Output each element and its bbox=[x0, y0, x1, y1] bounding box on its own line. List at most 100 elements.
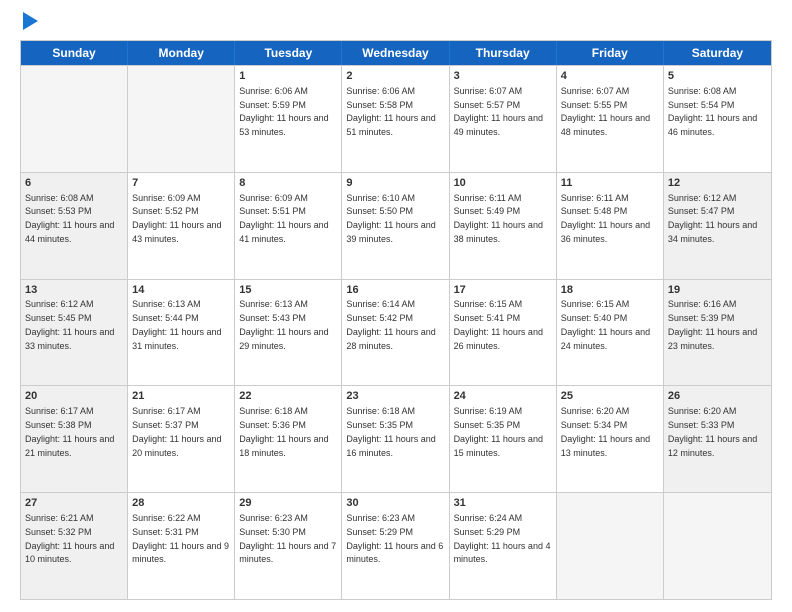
cell-details: Sunrise: 6:09 AM Sunset: 5:52 PM Dayligh… bbox=[132, 193, 221, 244]
day-number: 8 bbox=[239, 176, 337, 191]
day-number: 20 bbox=[25, 389, 123, 404]
day-of-week-header: Thursday bbox=[450, 41, 557, 65]
day-number: 12 bbox=[668, 176, 767, 191]
day-number: 3 bbox=[454, 69, 552, 84]
table-row: 18Sunrise: 6:15 AM Sunset: 5:40 PM Dayli… bbox=[557, 280, 664, 386]
day-number: 14 bbox=[132, 283, 230, 298]
calendar-header: SundayMondayTuesdayWednesdayThursdayFrid… bbox=[21, 41, 771, 65]
day-number: 4 bbox=[561, 69, 659, 84]
cell-details: Sunrise: 6:18 AM Sunset: 5:36 PM Dayligh… bbox=[239, 406, 328, 457]
table-row: 19Sunrise: 6:16 AM Sunset: 5:39 PM Dayli… bbox=[664, 280, 771, 386]
day-of-week-header: Monday bbox=[128, 41, 235, 65]
day-of-week-header: Wednesday bbox=[342, 41, 449, 65]
table-row: 8 Sunrise: 6:09 AM Sunset: 5:51 PM Daylig… bbox=[235, 173, 342, 279]
cell-details: Sunrise: 6:07 AM Sunset: 5:57 PM Dayligh… bbox=[454, 86, 543, 137]
day-number: 5 bbox=[668, 69, 767, 84]
cell-details: Sunrise: 6:15 AM Sunset: 5:41 PM Dayligh… bbox=[454, 299, 543, 350]
day-number: 26 bbox=[668, 389, 767, 404]
table-row: 27Sunrise: 6:21 AM Sunset: 5:32 PM Dayli… bbox=[21, 493, 128, 599]
day-number: 30 bbox=[346, 496, 444, 511]
day-number: 21 bbox=[132, 389, 230, 404]
day-of-week-header: Tuesday bbox=[235, 41, 342, 65]
table-row: 13Sunrise: 6:12 AM Sunset: 5:45 PM Dayli… bbox=[21, 280, 128, 386]
calendar-row: 1 Sunrise: 6:06 AM Sunset: 5:59 PM Daylig… bbox=[21, 65, 771, 172]
header bbox=[20, 16, 772, 30]
day-number: 19 bbox=[668, 283, 767, 298]
calendar-body: 1 Sunrise: 6:06 AM Sunset: 5:59 PM Daylig… bbox=[21, 65, 771, 599]
cell-details: Sunrise: 6:14 AM Sunset: 5:42 PM Dayligh… bbox=[346, 299, 435, 350]
calendar: SundayMondayTuesdayWednesdayThursdayFrid… bbox=[20, 40, 772, 600]
table-row bbox=[21, 66, 128, 172]
cell-details: Sunrise: 6:22 AM Sunset: 5:31 PM Dayligh… bbox=[132, 513, 229, 564]
cell-details: Sunrise: 6:19 AM Sunset: 5:35 PM Dayligh… bbox=[454, 406, 543, 457]
cell-details: Sunrise: 6:12 AM Sunset: 5:45 PM Dayligh… bbox=[25, 299, 114, 350]
table-row: 24 Sunrise: 6:19 AM Sunset: 5:35 PM Dayli… bbox=[450, 386, 557, 492]
table-row: 17Sunrise: 6:15 AM Sunset: 5:41 PM Dayli… bbox=[450, 280, 557, 386]
day-number: 31 bbox=[454, 496, 552, 511]
table-row: 21 Sunrise: 6:17 AM Sunset: 5:37 PM Dayli… bbox=[128, 386, 235, 492]
cell-details: Sunrise: 6:13 AM Sunset: 5:43 PM Dayligh… bbox=[239, 299, 328, 350]
cell-details: Sunrise: 6:10 AM Sunset: 5:50 PM Dayligh… bbox=[346, 193, 435, 244]
day-of-week-header: Sunday bbox=[21, 41, 128, 65]
calendar-row: 20 Sunrise: 6:17 AM Sunset: 5:38 PM Dayli… bbox=[21, 385, 771, 492]
cell-details: Sunrise: 6:06 AM Sunset: 5:59 PM Dayligh… bbox=[239, 86, 328, 137]
calendar-row: 27Sunrise: 6:21 AM Sunset: 5:32 PM Dayli… bbox=[21, 492, 771, 599]
table-row: 28 Sunrise: 6:22 AM Sunset: 5:31 PM Dayli… bbox=[128, 493, 235, 599]
cell-details: Sunrise: 6:11 AM Sunset: 5:49 PM Dayligh… bbox=[454, 193, 543, 244]
day-number: 25 bbox=[561, 389, 659, 404]
cell-details: Sunrise: 6:08 AM Sunset: 5:53 PM Dayligh… bbox=[25, 193, 114, 244]
table-row: 29Sunrise: 6:23 AM Sunset: 5:30 PM Dayli… bbox=[235, 493, 342, 599]
table-row: 14Sunrise: 6:13 AM Sunset: 5:44 PM Dayli… bbox=[128, 280, 235, 386]
cell-details: Sunrise: 6:08 AM Sunset: 5:54 PM Dayligh… bbox=[668, 86, 757, 137]
table-row: 4 Sunrise: 6:07 AM Sunset: 5:55 PM Daylig… bbox=[557, 66, 664, 172]
day-number: 11 bbox=[561, 176, 659, 191]
day-number: 15 bbox=[239, 283, 337, 298]
table-row: 30 Sunrise: 6:23 AM Sunset: 5:29 PM Dayli… bbox=[342, 493, 449, 599]
day-number: 16 bbox=[346, 283, 444, 298]
cell-details: Sunrise: 6:16 AM Sunset: 5:39 PM Dayligh… bbox=[668, 299, 757, 350]
day-number: 13 bbox=[25, 283, 123, 298]
cell-details: Sunrise: 6:17 AM Sunset: 5:38 PM Dayligh… bbox=[25, 406, 114, 457]
cell-details: Sunrise: 6:07 AM Sunset: 5:55 PM Dayligh… bbox=[561, 86, 650, 137]
day-number: 10 bbox=[454, 176, 552, 191]
day-number: 17 bbox=[454, 283, 552, 298]
logo bbox=[20, 16, 38, 30]
cell-details: Sunrise: 6:24 AM Sunset: 5:29 PM Dayligh… bbox=[454, 513, 551, 564]
cell-details: Sunrise: 6:21 AM Sunset: 5:32 PM Dayligh… bbox=[25, 513, 114, 564]
table-row: 1 Sunrise: 6:06 AM Sunset: 5:59 PM Daylig… bbox=[235, 66, 342, 172]
table-row: 25 Sunrise: 6:20 AM Sunset: 5:34 PM Dayli… bbox=[557, 386, 664, 492]
table-row: 3 Sunrise: 6:07 AM Sunset: 5:57 PM Daylig… bbox=[450, 66, 557, 172]
table-row: 16Sunrise: 6:14 AM Sunset: 5:42 PM Dayli… bbox=[342, 280, 449, 386]
logo-image bbox=[20, 16, 38, 30]
table-row bbox=[128, 66, 235, 172]
table-row: 31 Sunrise: 6:24 AM Sunset: 5:29 PM Dayli… bbox=[450, 493, 557, 599]
day-number: 23 bbox=[346, 389, 444, 404]
table-row: 9 Sunrise: 6:10 AM Sunset: 5:50 PM Daylig… bbox=[342, 173, 449, 279]
table-row: 15Sunrise: 6:13 AM Sunset: 5:43 PM Dayli… bbox=[235, 280, 342, 386]
cell-details: Sunrise: 6:18 AM Sunset: 5:35 PM Dayligh… bbox=[346, 406, 435, 457]
day-number: 9 bbox=[346, 176, 444, 191]
cell-details: Sunrise: 6:13 AM Sunset: 5:44 PM Dayligh… bbox=[132, 299, 221, 350]
logo-arrow-icon bbox=[23, 12, 38, 30]
cell-details: Sunrise: 6:20 AM Sunset: 5:33 PM Dayligh… bbox=[668, 406, 757, 457]
day-number: 28 bbox=[132, 496, 230, 511]
table-row: 6Sunrise: 6:08 AM Sunset: 5:53 PM Daylig… bbox=[21, 173, 128, 279]
day-of-week-header: Saturday bbox=[664, 41, 771, 65]
table-row: 10 Sunrise: 6:11 AM Sunset: 5:49 PM Dayli… bbox=[450, 173, 557, 279]
page: SundayMondayTuesdayWednesdayThursdayFrid… bbox=[0, 0, 792, 612]
calendar-row: 13Sunrise: 6:12 AM Sunset: 5:45 PM Dayli… bbox=[21, 279, 771, 386]
table-row bbox=[557, 493, 664, 599]
day-number: 29 bbox=[239, 496, 337, 511]
cell-details: Sunrise: 6:11 AM Sunset: 5:48 PM Dayligh… bbox=[561, 193, 650, 244]
day-number: 24 bbox=[454, 389, 552, 404]
cell-details: Sunrise: 6:09 AM Sunset: 5:51 PM Dayligh… bbox=[239, 193, 328, 244]
table-row: 2Sunrise: 6:06 AM Sunset: 5:58 PM Daylig… bbox=[342, 66, 449, 172]
calendar-row: 6Sunrise: 6:08 AM Sunset: 5:53 PM Daylig… bbox=[21, 172, 771, 279]
table-row: 20 Sunrise: 6:17 AM Sunset: 5:38 PM Dayli… bbox=[21, 386, 128, 492]
cell-details: Sunrise: 6:17 AM Sunset: 5:37 PM Dayligh… bbox=[132, 406, 221, 457]
cell-details: Sunrise: 6:23 AM Sunset: 5:29 PM Dayligh… bbox=[346, 513, 443, 564]
day-number: 1 bbox=[239, 69, 337, 84]
cell-details: Sunrise: 6:20 AM Sunset: 5:34 PM Dayligh… bbox=[561, 406, 650, 457]
day-number: 2 bbox=[346, 69, 444, 84]
table-row: 11 Sunrise: 6:11 AM Sunset: 5:48 PM Dayli… bbox=[557, 173, 664, 279]
